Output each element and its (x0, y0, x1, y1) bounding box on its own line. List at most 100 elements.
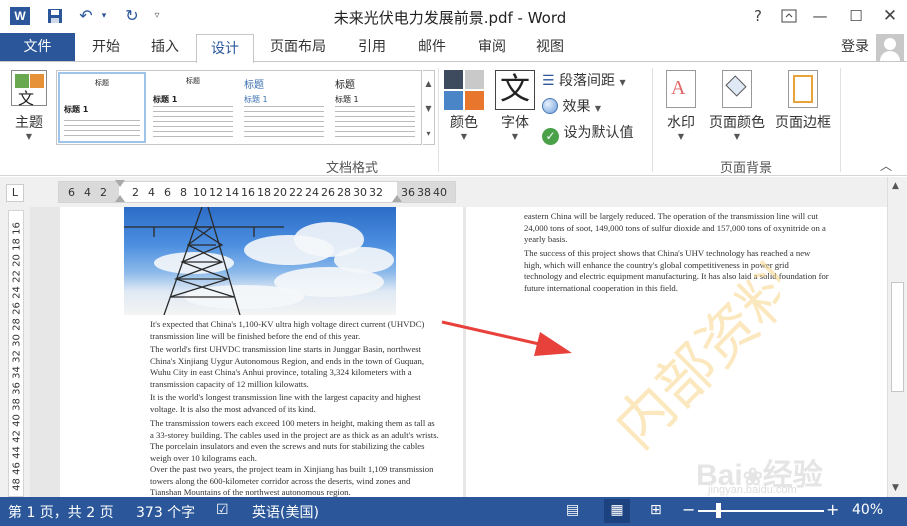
save-icon[interactable] (42, 5, 68, 27)
thumb-text-lines (64, 118, 140, 140)
more-icon[interactable]: ▾ (423, 121, 434, 144)
fonts-icon: 文 (495, 70, 535, 110)
page-color-button[interactable]: 页面颜色 ▼ (706, 68, 768, 154)
tab-mailings[interactable]: 邮件 (404, 33, 460, 62)
themes-icon: 文 (11, 70, 47, 108)
paragraph: The transmission towers each exceed 100 … (150, 418, 439, 463)
ribbon-design: 文 主题 ▼ 标题 标题 1 标题 标题 1 标题 标题 1 标题 标题 1 ▲… (0, 61, 907, 176)
colors-button[interactable]: 颜色 ▼ (440, 68, 488, 154)
tab-selector[interactable]: L (6, 184, 24, 202)
read-mode-icon[interactable]: ▤ (566, 502, 579, 518)
zoom-level[interactable]: 40% (852, 502, 883, 518)
tab-view[interactable]: 视图 (522, 33, 578, 62)
scroll-down-icon[interactable]: ▼ (892, 483, 899, 493)
horizontal-ruler-row: L 6 4 2 2 4 6 8 10 12 14 16 18 20 22 24 … (0, 177, 907, 207)
colors-icon (444, 70, 484, 110)
transmission-tower-photo[interactable] (124, 207, 396, 315)
avatar-icon[interactable] (876, 34, 904, 61)
tab-file[interactable]: 文件 (0, 33, 75, 62)
sign-in-link[interactable]: 登录 (841, 33, 869, 62)
watermark-label: 水印 (667, 115, 695, 131)
ruler-number: 48 (11, 478, 23, 491)
ruler-number: 14 (225, 186, 239, 199)
paragraph-spacing-label: 段落间距 (559, 73, 616, 89)
effects-label: 效果 (562, 99, 591, 115)
redo-icon[interactable]: ↻ (120, 5, 144, 27)
ruler-number: 26 (321, 186, 335, 199)
paragraph: The world's first UHVDC transmission lin… (150, 344, 424, 389)
paragraph: It is the world's longest transmission l… (150, 392, 421, 414)
customize-quick-access-icon[interactable]: ▿ (150, 5, 164, 27)
ruler-number: 6 (68, 186, 75, 199)
scrollbar-thumb[interactable] (891, 282, 904, 392)
proofing-icon[interactable]: ☑ (216, 502, 229, 518)
fonts-button[interactable]: 文 字体 ▼ (492, 68, 538, 154)
ruler-number: 32 (369, 186, 383, 199)
tab-design[interactable]: 设计 (196, 34, 254, 63)
scroll-up-icon[interactable]: ▲ (423, 71, 434, 96)
thumb-title: 标题 (335, 80, 355, 91)
page-count[interactable]: 第 1 页，共 2 页 (8, 502, 114, 522)
undo-icon[interactable]: ↶ (74, 5, 98, 27)
scroll-up-icon[interactable]: ▲ (892, 181, 899, 191)
thumb-title: 标题 (95, 79, 109, 87)
ruler-number: 4 (148, 186, 155, 199)
chevron-down-icon: ▼ (460, 132, 468, 141)
hanging-indent-marker[interactable] (115, 195, 125, 202)
style-set-thumb[interactable]: 标题 标题 1 (58, 72, 146, 143)
tab-insert[interactable]: 插入 (138, 33, 192, 62)
word-count[interactable]: 373 个字 (136, 502, 195, 522)
minimize-icon[interactable]: — (806, 4, 834, 28)
colors-label: 颜色 (450, 115, 478, 131)
zoom-in-button[interactable]: + (826, 500, 839, 519)
scroll-down-icon[interactable]: ▼ (423, 96, 434, 121)
ruler-number: 16 (241, 186, 255, 199)
transmission-tower-icon (124, 207, 284, 315)
group-label-page-background: 页面背景 (719, 161, 772, 176)
page-1[interactable]: It's expected that China's 1,100-KV ultr… (60, 207, 463, 497)
ribbon-display-options-icon[interactable] (775, 4, 803, 28)
horizontal-ruler[interactable]: 6 4 2 2 4 6 8 10 12 14 16 18 20 22 24 26… (58, 180, 456, 203)
effects-button[interactable]: 效果 ▼ (542, 96, 642, 116)
title-bar: W ↶ ▾ ↻ ▿ 未来光伏电力发展前景.pdf - Word ? — ☐ ✕ (0, 0, 907, 33)
thumb-title: 标题 (186, 77, 200, 85)
style-set-thumb[interactable]: 标题 标题 1 (331, 72, 419, 143)
paragraph: eastern China will be largely reduced. T… (524, 211, 826, 244)
document-title: 未来光伏电力发展前景.pdf - Word (333, 9, 567, 27)
ruler-number: 18 (257, 186, 271, 199)
web-layout-icon[interactable]: ⊞ (650, 502, 662, 518)
red-arrow-annotation (441, 320, 572, 356)
group-label-document-format: 文档格式 (325, 161, 378, 176)
collapse-ribbon-icon[interactable]: ︿ (880, 157, 892, 174)
tab-review[interactable]: 审阅 (464, 33, 520, 62)
set-as-default-button[interactable]: ✓ 设为默认值 (542, 122, 646, 145)
close-icon[interactable]: ✕ (876, 4, 904, 28)
ruler-number: 36 (401, 186, 415, 199)
style-set-thumb[interactable]: 标题 标题 1 (240, 72, 328, 143)
page-borders-button[interactable]: 页面边框 (772, 68, 834, 154)
style-set-thumb[interactable]: 标题 标题 1 (149, 72, 237, 143)
tab-home[interactable]: 开始 (78, 33, 134, 62)
vertical-scrollbar[interactable]: ▲ ▼ (887, 177, 907, 497)
chevron-down-icon: ▼ (594, 104, 602, 113)
right-indent-marker[interactable] (392, 195, 402, 202)
paragraph-spacing-button[interactable]: ☰ 段落间距 ▼ (542, 70, 642, 90)
tab-references[interactable]: 引用 (344, 33, 400, 62)
print-layout-icon[interactable]: ▦ (604, 499, 630, 523)
help-icon[interactable]: ? (744, 4, 772, 28)
separator (840, 68, 841, 172)
chevron-down-icon: ▼ (619, 78, 626, 87)
undo-dropdown-icon[interactable]: ▾ (98, 5, 110, 27)
maximize-icon[interactable]: ☐ (842, 4, 870, 28)
gallery-scroll[interactable]: ▲ ▼ ▾ (423, 70, 435, 145)
zoom-slider-thumb[interactable] (716, 503, 721, 518)
watermark-button[interactable]: A 水印 ▼ (660, 68, 702, 154)
vertical-ruler[interactable]: 16 18 20 22 24 26 28 30 32 34 36 38 40 4… (8, 210, 24, 497)
tab-page-layout[interactable]: 页面布局 (260, 33, 336, 62)
themes-button[interactable]: 文 主题 ▼ (6, 68, 52, 154)
paragraph: Over the past two years, the project tea… (150, 464, 434, 497)
zoom-out-button[interactable]: − (682, 500, 695, 519)
first-line-indent-marker[interactable] (115, 180, 125, 187)
language-status[interactable]: 英语(美国) (252, 502, 319, 522)
paragraph: The success of this project shows that C… (524, 248, 829, 293)
